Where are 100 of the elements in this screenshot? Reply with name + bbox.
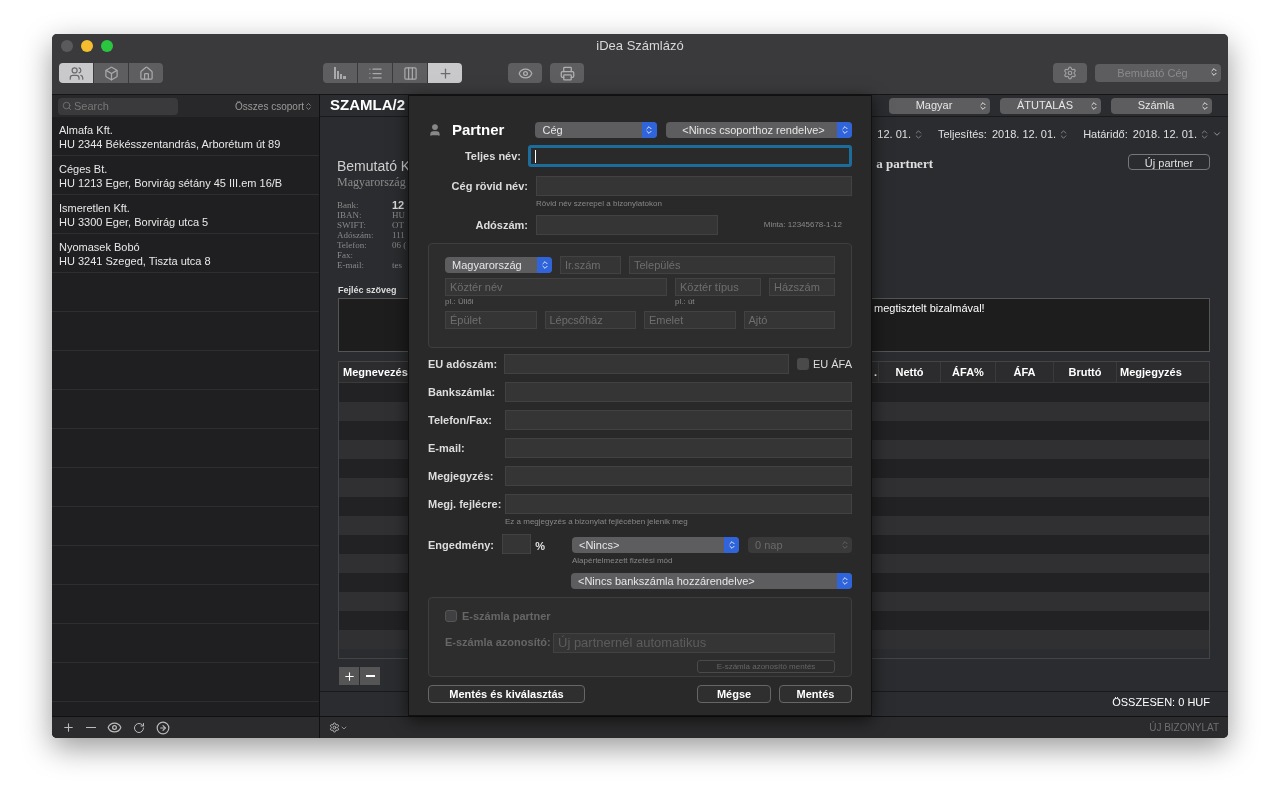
group-popup[interactable]: <Nincs csoporthoz rendelve>	[665, 122, 852, 138]
partner-list-item[interactable]: Nyomasek Bobó HU 3241 Szeged, Tiszta utca 8	[52, 234, 319, 273]
updown-icon	[1199, 100, 1210, 111]
field-label: Bankszámla:	[428, 384, 497, 400]
field-label: Cég rövid név:	[450, 178, 529, 194]
type-popup[interactable]: Cég	[535, 122, 657, 138]
chevron-icon[interactable]	[1212, 129, 1222, 139]
field-label: Telefon/Fax:	[428, 412, 493, 428]
refresh-icon[interactable]	[133, 721, 145, 734]
buyer-prompt: a partnert	[876, 155, 933, 173]
field-hint: Rövid név szerepel a bizonylatokon	[536, 198, 663, 210]
field-label: E-mail:	[428, 440, 466, 456]
payment-method-popup[interactable]: <Nincs>	[572, 537, 739, 553]
column-header[interactable]: Bruttó	[1053, 362, 1116, 382]
column-header[interactable]: Megnevezés	[339, 363, 409, 381]
detail-label: Adószám:	[337, 230, 375, 240]
detail-value: tes	[392, 260, 403, 270]
detail-value: HU	[392, 210, 406, 220]
partner-list-item[interactable]: Céges Bt. HU 1213 Eger, Borvirág sétány 45 III.em 16/B	[52, 156, 319, 195]
detail-label: Fax:	[337, 250, 354, 260]
updown-icon	[644, 125, 655, 135]
updown-icon	[1208, 67, 1219, 77]
country-popup[interactable]: Magyarország	[445, 257, 552, 273]
field-hint: pl.: Üllői	[445, 296, 475, 307]
detail-label: SWIFT:	[337, 220, 368, 230]
preview-button[interactable]	[508, 63, 542, 83]
plus-icon	[342, 669, 356, 683]
input-field[interactable]	[501, 534, 532, 554]
remove-icon[interactable]	[86, 726, 96, 729]
partner-list-item[interactable]: Almafa Kft. HU 2344 Békésszentandrás, Arborétum út 89	[52, 117, 319, 156]
document-popup[interactable]: ÁTUTALÁS	[1000, 97, 1101, 114]
input-field[interactable]	[536, 215, 718, 235]
field-label: Megj. fejlécre:	[428, 496, 503, 512]
input-field[interactable]	[503, 354, 789, 374]
new-partner-button[interactable]: Új partner	[1128, 154, 1210, 170]
minus-icon	[365, 675, 375, 677]
cancel-button[interactable]: Mégse	[697, 685, 771, 703]
input-field[interactable]	[536, 176, 852, 196]
tax-number-example: Minta: 12345678-1-12	[763, 219, 842, 231]
column-header[interactable]: .	[870, 362, 878, 382]
search-icon	[62, 101, 72, 111]
window-title: iDea Számlázó	[596, 37, 684, 56]
add-row-button[interactable]	[339, 667, 359, 685]
column-header[interactable]: Nettó	[878, 362, 940, 382]
zoom-button[interactable]	[101, 40, 113, 52]
column-header[interactable]: Megjegyzés	[1116, 362, 1209, 382]
group-filter-popup[interactable]: Összes csoport	[235, 98, 313, 114]
date-label: Határidő:	[1083, 126, 1128, 142]
field-hint: Ez a megjegyzés a bizonylat fejlécében jelenik meg	[505, 516, 689, 528]
add-icon[interactable]	[62, 721, 75, 734]
input-field[interactable]	[505, 410, 852, 430]
full-name-field[interactable]	[528, 145, 852, 167]
updown-icon	[839, 576, 850, 586]
updown-icon	[1088, 100, 1099, 111]
column-header[interactable]: ÁFA%	[940, 362, 995, 382]
updown-icon	[839, 540, 850, 550]
partner-list-item[interactable]: Ismeretlen Kft. HU 3300 Eger, Borvirág utca 5	[52, 195, 319, 234]
field-hint: Alapértelmezett fizetési mód	[572, 555, 674, 567]
close-button[interactable]	[61, 40, 73, 52]
date-value[interactable]: 12. 01.	[877, 125, 911, 143]
remove-row-button[interactable]	[360, 667, 380, 685]
document-popup[interactable]: Számla	[1111, 97, 1212, 114]
detail-label: IBAN:	[337, 210, 363, 220]
document-popup[interactable]: Magyar	[889, 97, 990, 114]
date-label: Teljesítés:	[937, 126, 987, 142]
date-value[interactable]: 2018. 12. 01.	[1132, 125, 1197, 143]
dialog-title: Partner	[451, 119, 506, 140]
input-field[interactable]	[505, 382, 852, 402]
save-button[interactable]: Mentés	[779, 685, 852, 703]
plus-icon	[437, 65, 453, 81]
updown-icon	[304, 101, 313, 111]
list-icon	[367, 65, 383, 81]
minimize-button[interactable]	[81, 40, 93, 52]
settings-icon	[1063, 66, 1077, 80]
eu-vat-checkbox[interactable]	[796, 358, 809, 370]
print-button[interactable]	[550, 63, 584, 83]
eye-icon	[517, 65, 533, 81]
bank-account-popup[interactable]: <Nincs bankszámla hozzárendelve>	[571, 573, 852, 589]
settings-button[interactable]	[1053, 63, 1087, 83]
input-field[interactable]	[505, 438, 852, 458]
arrow-circle-icon[interactable]	[156, 720, 170, 735]
box-icon	[103, 65, 119, 81]
new-document-button[interactable]: ÚJ BIZONYLAT	[1149, 720, 1219, 735]
detail-label: Bank:	[337, 200, 360, 210]
gear-menu-icon[interactable]	[329, 722, 348, 733]
field-label: E-számla azonosító:	[445, 635, 549, 651]
input-field[interactable]	[505, 466, 852, 486]
detail-value: 111	[392, 230, 406, 240]
people-icon	[68, 65, 84, 81]
field-hint: pl.: út	[675, 296, 696, 307]
eye-icon[interactable]	[107, 720, 122, 735]
input-field[interactable]	[505, 494, 852, 514]
field-label: Adószám:	[474, 217, 529, 233]
column-header[interactable]: ÁFA	[995, 362, 1053, 382]
percent-sign: %	[535, 539, 545, 554]
date-value[interactable]: 2018. 12. 01.	[991, 125, 1057, 143]
save-and-select-button[interactable]: Mentés és kiválasztás	[428, 685, 585, 703]
updown-icon	[839, 125, 850, 135]
stepper-icon[interactable]	[1199, 128, 1210, 140]
printer-icon	[559, 65, 575, 81]
